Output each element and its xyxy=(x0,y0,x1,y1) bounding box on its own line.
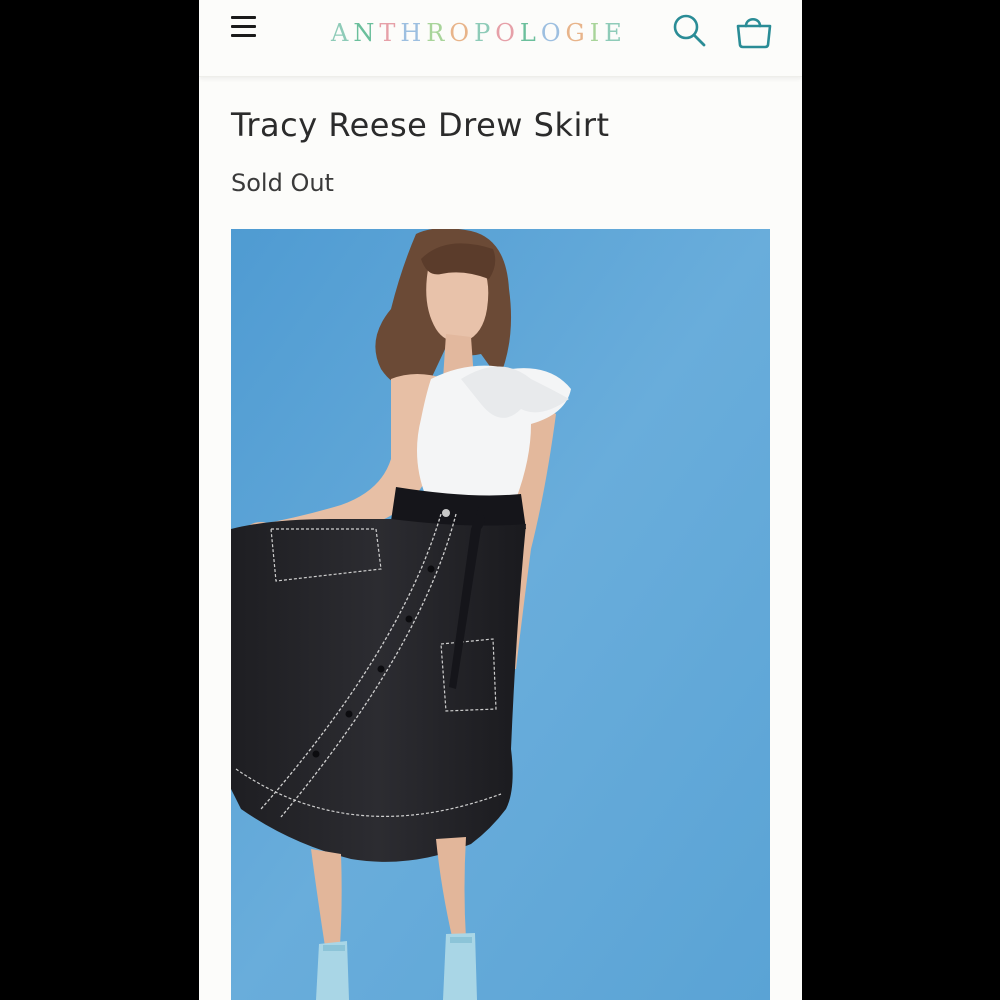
logo-letter: T xyxy=(379,19,401,47)
logo-letter: R xyxy=(426,19,450,47)
menu-button[interactable] xyxy=(231,16,257,40)
logo-letter: P xyxy=(474,19,496,47)
logo-letter: O xyxy=(449,19,475,47)
shopping-bag-button[interactable] xyxy=(734,12,774,50)
logo-letter: G xyxy=(565,19,590,47)
stock-status: Sold Out xyxy=(231,169,334,197)
logo-letter: I xyxy=(589,19,605,47)
top-nav-bar: ANTHROPOLOGIE xyxy=(199,0,802,77)
logo-letter: L xyxy=(519,19,541,47)
logo-letter: E xyxy=(604,19,627,47)
logo-letter: H xyxy=(400,19,427,47)
logo-letter: A xyxy=(331,19,354,47)
model-shoe-right xyxy=(443,933,477,1000)
brand-logo[interactable]: ANTHROPOLOGIE xyxy=(331,17,627,49)
phone-viewport: ANTHROPOLOGIE Tracy Reese Drew Skirt Sol… xyxy=(199,0,802,1000)
screen: ANTHROPOLOGIE Tracy Reese Drew Skirt Sol… xyxy=(0,0,1000,1000)
logo-letter: N xyxy=(353,19,380,47)
logo-letter: O xyxy=(540,19,566,47)
product-title: Tracy Reese Drew Skirt xyxy=(231,106,610,144)
shopping-bag-icon xyxy=(736,17,772,49)
search-icon xyxy=(673,14,706,47)
search-button[interactable] xyxy=(671,12,709,50)
product-image[interactable] xyxy=(231,229,770,1000)
logo-letter: O xyxy=(495,19,520,47)
